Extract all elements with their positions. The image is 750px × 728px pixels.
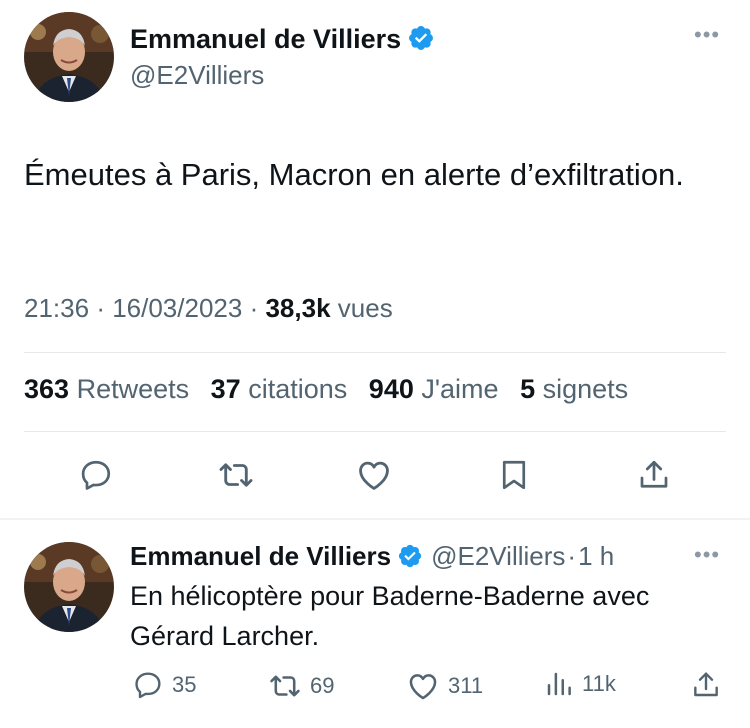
reply-button[interactable] xyxy=(74,453,118,497)
like-button[interactable] xyxy=(352,453,396,497)
reply-views-button[interactable]: 11k xyxy=(544,669,616,699)
author-avatar[interactable] xyxy=(24,12,114,102)
likes-stat[interactable]: 940 J'aime xyxy=(369,374,499,404)
share-icon xyxy=(640,460,668,488)
divider xyxy=(24,352,726,353)
quotes-label: citations xyxy=(248,374,348,404)
views-count: 38,3k xyxy=(265,293,331,323)
separator-dot: · xyxy=(567,541,577,571)
separator-dot: · xyxy=(96,293,113,323)
more-options-icon[interactable]: ••• xyxy=(694,22,720,48)
retweet-button[interactable] xyxy=(214,453,258,497)
avatar-photo xyxy=(24,542,114,632)
heart-icon xyxy=(359,461,389,490)
reply-replies-count: 35 xyxy=(172,672,197,697)
retweet-icon xyxy=(270,675,300,697)
share-button[interactable] xyxy=(632,453,676,497)
bookmark-icon xyxy=(502,460,526,490)
reply-retweet-button[interactable]: 69 xyxy=(268,669,334,703)
retweets-count: 363 xyxy=(24,374,70,404)
tweet-text: Émeutes à Paris, Macron en alerte d’exfi… xyxy=(24,157,684,192)
reply-header: Emmanuel de Villiers @E2Villiers·1 h xyxy=(130,541,614,576)
bookmark-button[interactable] xyxy=(492,453,536,497)
reply-icon xyxy=(81,460,111,490)
reply-time-ago[interactable]: 1 h xyxy=(578,541,614,571)
reply-author-handle[interactable]: @E2Villiers xyxy=(431,541,565,571)
reply-author-avatar[interactable] xyxy=(24,542,114,632)
retweets-label: Retweets xyxy=(76,374,190,404)
reply-more-options-icon[interactable]: ••• xyxy=(694,542,720,568)
likes-count: 940 xyxy=(368,374,414,404)
tweet-meta: 21:36 · 16/03/2023 · 38,3k vues xyxy=(24,293,393,324)
views-label: vues xyxy=(337,293,393,323)
divider xyxy=(24,431,726,432)
reply-icon xyxy=(135,672,161,699)
quotes-stat[interactable]: 37 citations xyxy=(211,374,348,404)
bookmarks-count: 5 xyxy=(520,374,536,404)
likes-label: J'aime xyxy=(421,374,499,404)
heart-icon xyxy=(409,674,437,700)
retweet-icon xyxy=(219,463,253,487)
bookmarks-stat[interactable]: 5 signets xyxy=(520,374,628,404)
reply-reply-button[interactable]: 35 xyxy=(132,669,196,701)
reply-retweets-count: 69 xyxy=(310,673,335,698)
author-handle[interactable]: @E2Villiers xyxy=(130,60,264,91)
bookmarks-label: signets xyxy=(542,374,629,404)
reply-likes-count: 311 xyxy=(448,673,484,698)
retweets-stat[interactable]: 363 Retweets xyxy=(24,374,189,404)
quotes-count: 37 xyxy=(210,374,241,404)
reply-share-button[interactable] xyxy=(690,669,722,701)
views-icon xyxy=(547,672,571,696)
separator-dot: · xyxy=(249,293,266,323)
section-divider xyxy=(0,518,750,520)
reply-views-count: 11k xyxy=(582,671,616,696)
author-name-text[interactable]: Emmanuel de Villiers xyxy=(130,24,401,54)
verified-badge-icon xyxy=(397,543,423,576)
verified-badge-icon xyxy=(407,24,435,59)
tweet-time[interactable]: 21:36 xyxy=(24,293,89,323)
reply-like-button[interactable]: 311 xyxy=(406,669,483,703)
reply-author-name[interactable]: Emmanuel de Villiers xyxy=(130,541,391,571)
engagement-stats: 363 Retweets 37 citations 940 J'aime 5 s… xyxy=(24,374,642,405)
reply-text: En hélicoptère pour Baderne-Baderne avec… xyxy=(130,581,650,651)
avatar-photo xyxy=(24,12,114,102)
author-name[interactable]: Emmanuel de Villiers xyxy=(130,24,435,59)
tweet-date[interactable]: 16/03/2023 xyxy=(112,293,242,323)
share-icon xyxy=(694,672,718,697)
